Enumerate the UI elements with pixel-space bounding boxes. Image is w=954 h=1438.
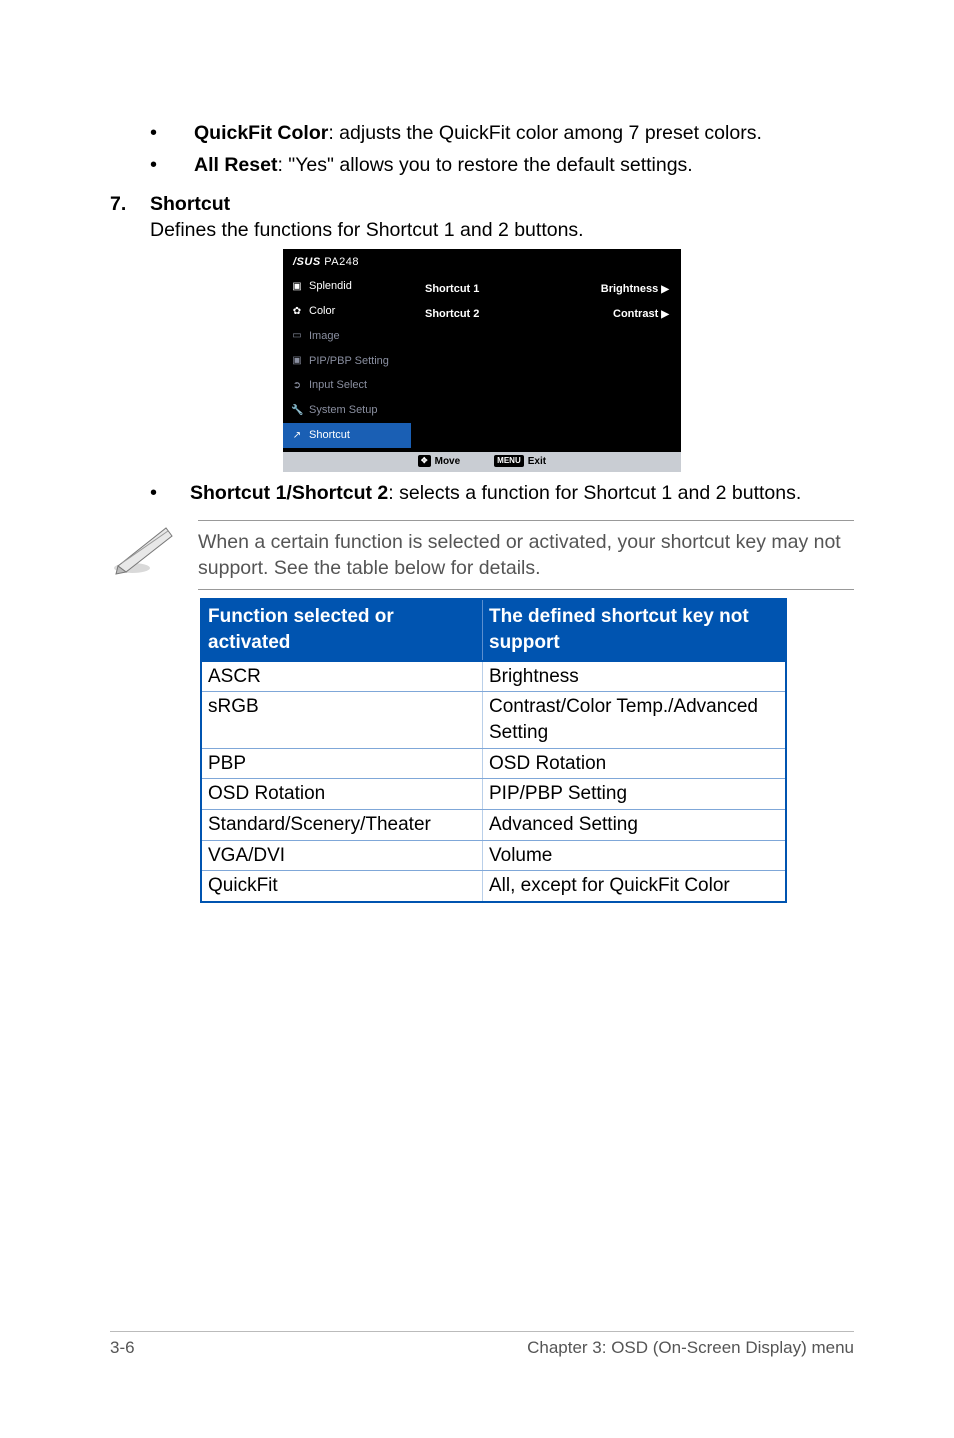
exit-key-icon: MENU — [494, 455, 524, 467]
page-footer: 3-6 Chapter 3: OSD (On-Screen Display) m… — [110, 1331, 854, 1358]
osd-row-right: Brightness ▶ — [601, 282, 669, 297]
table-cell: ASCR — [201, 661, 483, 692]
table-row: Standard/Scenery/TheaterAdvanced Setting — [201, 809, 786, 840]
osd-model: PA248 — [324, 256, 359, 268]
table-row: VGA/DVIVolume — [201, 840, 786, 871]
osd-menu-icon: ▣ — [291, 280, 303, 294]
osd-menu-item: ✿ Color — [283, 299, 411, 324]
table-cell: sRGB — [201, 692, 483, 748]
list-item: QuickFit Color: adjusts the QuickFit col… — [150, 120, 854, 146]
table-cell: Volume — [483, 840, 787, 871]
footer-page-number: 3-6 — [110, 1338, 135, 1358]
footer-chapter: Chapter 3: OSD (On-Screen Display) menu — [527, 1338, 854, 1358]
bullet-strong: QuickFit Color — [194, 122, 328, 144]
shortcut-bullet-list: Shortcut 1/Shortcut 2: selects a functio… — [110, 480, 854, 506]
osd-body: ▣ Splendid ✿ Color ▭ Image ▣ PIP/PBP Setting ➲ In… — [283, 274, 681, 448]
list-item: All Reset: "Yes" allows you to restore t… — [150, 152, 854, 178]
table-cell: Advanced Setting — [483, 809, 787, 840]
osd-footer: ✥ Move MENU Exit — [283, 452, 681, 472]
move-key-icon: ✥ — [418, 455, 431, 467]
osd-menu-label: Splendid — [309, 279, 352, 294]
osd-menu-label: Color — [309, 304, 335, 319]
bullet-rest: : adjusts the QuickFit color among 7 pre… — [328, 122, 762, 144]
top-bullet-list: QuickFit Color: adjusts the QuickFit col… — [150, 120, 854, 179]
table-row: OSD RotationPIP/PBP Setting — [201, 779, 786, 810]
exit-label: Exit — [528, 456, 546, 467]
move-label: Move — [435, 456, 461, 467]
osd-right-row: Shortcut 1 Brightness ▶ — [425, 280, 669, 305]
section-description: Defines the functions for Shortcut 1 and… — [150, 217, 854, 243]
osd-foot-move: ✥ Move — [418, 455, 460, 469]
osd-menu-label: Image — [309, 329, 340, 344]
osd-header: /SUS PA248 — [283, 249, 681, 274]
table-header-2: The defined shortcut key not support — [483, 599, 787, 660]
table-cell: Brightness — [483, 661, 787, 692]
osd-menu-item: ↗ Shortcut — [283, 423, 411, 448]
osd-menu-icon: 🔧 — [291, 404, 303, 418]
table-cell: All, except for QuickFit Color — [483, 871, 787, 902]
osd-right-pane: Shortcut 1 Brightness ▶ Shortcut 2 Contrast… — [411, 274, 681, 448]
osd-foot-exit: MENU Exit — [494, 455, 546, 469]
osd-menu-item: 🔧 System Setup — [283, 398, 411, 423]
osd-menu-label: Input Select — [309, 378, 367, 393]
table-cell: VGA/DVI — [201, 840, 483, 871]
note-block: When a certain function is selected or a… — [110, 520, 854, 591]
osd-menu-label: Shortcut — [309, 428, 350, 443]
page-content: QuickFit Color: adjusts the QuickFit col… — [0, 0, 954, 903]
osd-row-left: Shortcut 1 — [425, 282, 479, 297]
osd-menu-item: ▭ Image — [283, 324, 411, 349]
table-row: PBPOSD Rotation — [201, 748, 786, 779]
osd-menu-icon: ➲ — [291, 379, 303, 393]
bullet-strong: All Reset — [194, 154, 277, 176]
table-cell: Standard/Scenery/Theater — [201, 809, 483, 840]
osd-menu-label: PIP/PBP Setting — [309, 354, 389, 369]
table-cell: QuickFit — [201, 871, 483, 902]
table-header-row: Function selected or activated The defin… — [201, 599, 786, 660]
section-heading-row: 7.Shortcut — [110, 191, 854, 217]
table-cell: OSD Rotation — [201, 779, 483, 810]
pencil-note-icon — [110, 520, 188, 576]
table-header-1: Function selected or activated — [201, 599, 483, 660]
table-row: sRGBContrast/Color Temp./Advanced Settin… — [201, 692, 786, 748]
osd-menu-icon: ▭ — [291, 329, 303, 343]
osd-menu-item: ▣ Splendid — [283, 274, 411, 299]
osd-menu-icon: ↗ — [291, 429, 303, 443]
table-cell: PIP/PBP Setting — [483, 779, 787, 810]
osd-screenshot: /SUS PA248 ▣ Splendid ✿ Color ▭ Image ▣ PIP/PBP… — [283, 249, 681, 471]
table-row: ASCRBrightness — [201, 661, 786, 692]
osd-menu-label: System Setup — [309, 403, 377, 418]
osd-menu-icon: ▣ — [291, 354, 303, 368]
osd-right-row: Shortcut 2 Contrast ▶ — [425, 305, 669, 330]
list-item: Shortcut 1/Shortcut 2: selects a functio… — [110, 480, 854, 506]
table-row: QuickFitAll, except for QuickFit Color — [201, 871, 786, 902]
osd-menu-item: ➲ Input Select — [283, 373, 411, 398]
note-text: When a certain function is selected or a… — [198, 520, 854, 591]
chevron-right-icon: ▶ — [661, 284, 669, 295]
bullet-strong: Shortcut 1/Shortcut 2 — [190, 482, 388, 504]
table-cell: Contrast/Color Temp./Advanced Setting — [483, 692, 787, 748]
section-number: 7. — [110, 191, 150, 217]
asus-logo-text: /SUS — [293, 256, 321, 268]
bullet-rest: : selects a function for Shortcut 1 and … — [388, 482, 801, 504]
osd-row-left: Shortcut 2 — [425, 307, 479, 322]
osd-menu-icon: ✿ — [291, 305, 303, 319]
bullet-rest: : "Yes" allows you to restore the defaul… — [277, 154, 692, 176]
osd-menu-item: ▣ PIP/PBP Setting — [283, 349, 411, 374]
table-cell: PBP — [201, 748, 483, 779]
osd-left-menu: ▣ Splendid ✿ Color ▭ Image ▣ PIP/PBP Setting ➲ In… — [283, 274, 411, 448]
table-cell: OSD Rotation — [483, 748, 787, 779]
support-table: Function selected or activated The defin… — [200, 598, 787, 902]
section-title: Shortcut — [150, 193, 230, 215]
chevron-right-icon: ▶ — [661, 309, 669, 320]
osd-row-right: Contrast ▶ — [613, 307, 669, 322]
